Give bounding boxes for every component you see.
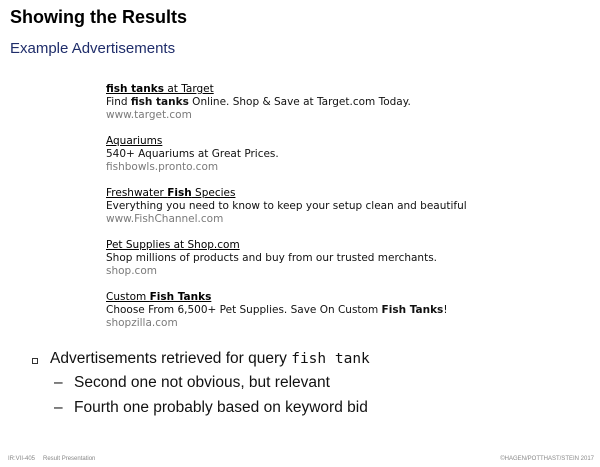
footer-topic: Result Presentation bbox=[43, 456, 96, 462]
ad-title-rest: at Target bbox=[163, 83, 214, 95]
ad-url: www.target.com bbox=[106, 109, 192, 121]
footer-copyright: ©HAGEN/POTTHAST/STEIN 2017 bbox=[500, 456, 594, 462]
ad-desc-pre: Choose From 6,500+ Pet Supplies. Save On… bbox=[106, 304, 382, 316]
footer-left: IR:VII-405 Result Presentation bbox=[8, 456, 95, 462]
dash-bullet-icon: – bbox=[54, 399, 63, 416]
ad-url: fishbowls.pronto.com bbox=[106, 161, 219, 173]
ad-description: Choose From 6,500+ Pet Supplies. Save On… bbox=[106, 304, 576, 317]
ad-desc-bold: Fish Tanks bbox=[381, 304, 444, 316]
bullet-list: Advertisements retrieved for query fish … bbox=[32, 350, 592, 424]
sub-bullet-item: – Second one not obvious, but relevant bbox=[32, 374, 592, 399]
bullet-text: Advertisements retrieved for query bbox=[50, 350, 292, 367]
sub-bullet-text: Second one not obvious, but relevant bbox=[74, 374, 330, 391]
ad-desc-post: ! bbox=[443, 304, 448, 316]
footer-code: IR:VII-405 bbox=[8, 456, 36, 462]
ad-list: fish tanks at Target Find fish tanks Onl… bbox=[106, 83, 576, 343]
ad-title-pre: Custom bbox=[106, 291, 150, 303]
ad-item: fish tanks at Target Find fish tanks Onl… bbox=[106, 83, 576, 122]
ad-url: shop.com bbox=[106, 265, 157, 277]
slide-subtitle: Example Advertisements bbox=[10, 40, 176, 57]
ad-title-link[interactable]: Aquariums bbox=[106, 135, 576, 148]
ad-item: Custom Fish Tanks Choose From 6,500+ Pet… bbox=[106, 291, 576, 330]
ad-title-bold: fish tanks bbox=[106, 83, 164, 95]
ad-title-bold: Fish Tanks bbox=[149, 291, 212, 303]
ad-description: Find fish tanks Online. Shop & Save at T… bbox=[106, 96, 576, 109]
ad-title-link[interactable]: fish tanks at Target bbox=[106, 83, 576, 96]
sub-bullet-item: – Fourth one probably based on keyword b… bbox=[32, 399, 592, 424]
ad-item: Aquariums 540+ Aquariums at Great Prices… bbox=[106, 135, 576, 174]
ad-description: Shop millions of products and buy from o… bbox=[106, 252, 438, 264]
ad-title-link[interactable]: Freshwater Fish Species bbox=[106, 187, 576, 200]
dash-bullet-icon: – bbox=[54, 374, 63, 391]
ad-url: www.FishChannel.com bbox=[106, 213, 224, 225]
slide-title: Showing the Results bbox=[10, 7, 188, 27]
square-bullet-icon bbox=[32, 358, 38, 364]
ad-description: Everything you need to know to keep your… bbox=[106, 200, 467, 212]
sub-bullet-text: Fourth one probably based on keyword bid bbox=[74, 399, 368, 416]
bullet-item: Advertisements retrieved for query fish … bbox=[32, 350, 592, 374]
ad-desc-pre: Find bbox=[106, 96, 131, 108]
ad-title-link[interactable]: Custom Fish Tanks bbox=[106, 291, 576, 304]
ad-description: 540+ Aquariums at Great Prices. bbox=[106, 148, 279, 160]
ad-title-link[interactable]: Pet Supplies at Shop.com bbox=[106, 239, 576, 252]
ad-title-bold: Fish bbox=[167, 187, 192, 199]
ad-title-pre: Freshwater bbox=[106, 187, 168, 199]
ad-desc-bold: fish tanks bbox=[130, 96, 189, 108]
ad-url: shopzilla.com bbox=[106, 317, 178, 329]
ad-item: Pet Supplies at Shop.com Shop millions o… bbox=[106, 239, 576, 278]
ad-item: Freshwater Fish Species Everything you n… bbox=[106, 187, 576, 226]
query-text: fish tank bbox=[291, 351, 370, 367]
ad-title-post: Species bbox=[191, 187, 236, 199]
ad-desc-post: Online. Shop & Save at Target.com Today. bbox=[188, 96, 411, 108]
